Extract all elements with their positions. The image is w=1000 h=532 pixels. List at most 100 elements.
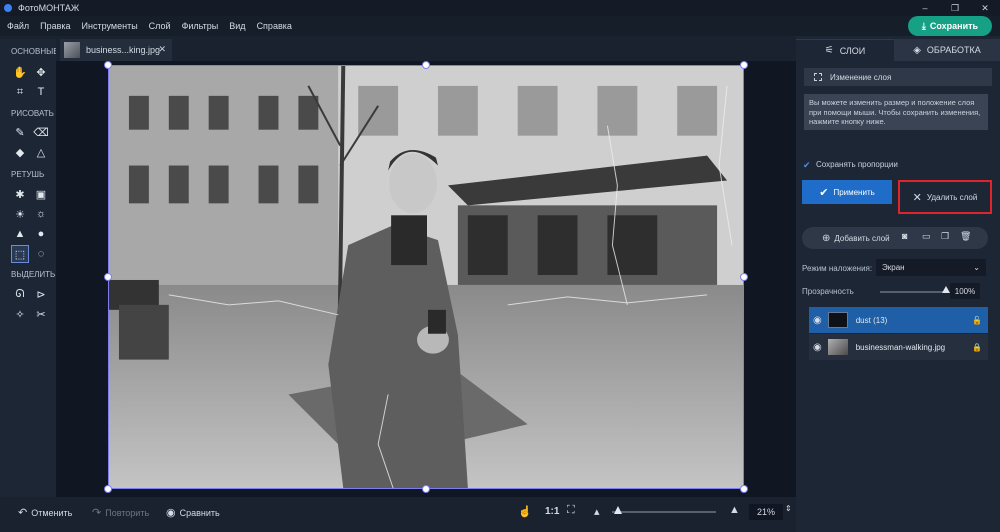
keep-proportions-checkbox[interactable]: ✔ Сохранять пропорции (803, 160, 898, 169)
compare-button[interactable]: ◉ Сравнить (166, 506, 220, 519)
resize-handle-bl[interactable] (104, 485, 112, 493)
resize-handle-bc[interactable] (422, 485, 430, 493)
layer-row-dust[interactable]: ◉ dust (13) 🔓 (809, 307, 988, 333)
delete-layer-button[interactable]: ✕ Удалить слой (898, 180, 992, 214)
tab-layers[interactable]: ⚟ СЛОИ (796, 39, 894, 61)
maximize-icon[interactable]: ❐ (940, 0, 970, 16)
zoom-stepper-icon[interactable]: ⇕ (785, 504, 796, 513)
crop-tool-icon[interactable]: ⌗ (11, 83, 29, 101)
layer-name: dust (13) (855, 315, 888, 325)
street-photo (109, 66, 743, 488)
layers-icon: ◈ (913, 44, 921, 56)
tab-layers-label: СЛОИ (839, 45, 866, 56)
layer-row-photo[interactable]: ◉ businessman-walking.jpg 🔒 (809, 334, 988, 360)
document-tab-bar: business...king.jpg ✕ (56, 39, 796, 61)
move-tool-icon[interactable]: ✥ (32, 63, 50, 81)
hint-text: Вы можете изменить размер и положение сл… (804, 94, 988, 130)
stamp-tool-icon[interactable]: ▣ (32, 185, 50, 203)
zoom-slider-track[interactable] (612, 511, 716, 513)
document-thumbnail (64, 42, 80, 58)
save-button[interactable]: ⤓ Сохранить (908, 16, 992, 36)
check-icon: ✔ (819, 186, 829, 199)
hand-tool-icon[interactable]: ✋ (11, 63, 29, 81)
layer-thumbnail (827, 312, 848, 328)
lasso-tool-icon[interactable]: ᘏ (11, 285, 29, 303)
section-retouch: РЕТУШЬ (11, 170, 45, 179)
menu-file[interactable]: Файл (7, 21, 29, 31)
zoom-out-icon[interactable]: ▴ (594, 505, 604, 518)
fit-screen-icon[interactable]: ⛶ (567, 504, 579, 517)
eye-icon[interactable]: ◉ (813, 315, 822, 326)
blend-mode-value: Экран (882, 263, 905, 272)
tab-processing-label: ОБРАБОТКА (926, 45, 981, 55)
dodge-tool-icon[interactable]: ☀ (11, 205, 29, 223)
menu-view[interactable]: Вид (229, 21, 245, 31)
opacity-slider-thumb[interactable] (942, 286, 950, 293)
resize-handle-br[interactable] (740, 485, 748, 493)
menu-help[interactable]: Справка (257, 21, 292, 31)
keep-proportions-label: Сохранять пропорции (816, 160, 898, 169)
add-layer-button[interactable]: ⊕ Добавить слой (822, 233, 890, 244)
apply-button[interactable]: ✔ Применить (802, 180, 892, 204)
trash-icon[interactable]: 🗑 (960, 231, 971, 242)
opacity-value[interactable]: 100% (950, 283, 980, 299)
heal-tool-icon[interactable]: ✱ (11, 185, 29, 203)
document-tab[interactable]: business...king.jpg ✕ (60, 39, 172, 61)
brush-tool-icon[interactable]: ✎ (11, 123, 29, 141)
close-tab-icon[interactable]: ✕ (158, 44, 166, 55)
app-logo-icon (4, 4, 12, 12)
close-window-icon[interactable]: ✕ (970, 0, 1000, 16)
x-icon: ✕ (912, 191, 922, 204)
folder-icon[interactable]: ▭ (922, 231, 931, 242)
checkmark-icon: ✔ (803, 159, 811, 170)
tab-processing[interactable]: ◈ ОБРАБОТКА (894, 39, 1000, 61)
eraser-tool-icon[interactable]: ⌫ (32, 123, 50, 141)
resize-handle-mr[interactable] (740, 273, 748, 281)
compare-label: Сравнить (179, 507, 220, 518)
shapes-tool-icon[interactable]: △ (32, 143, 50, 161)
lock-icon[interactable]: 🔒 (972, 343, 982, 352)
add-layer-label: Добавить слой (834, 233, 890, 243)
menu-edit[interactable]: Правка (40, 21, 70, 31)
zoom-in-icon[interactable]: ▲ (729, 504, 744, 516)
zoom-slider-thumb[interactable] (614, 506, 623, 514)
sharpen-tool-icon[interactable]: ▲ (11, 225, 29, 243)
unlock-icon[interactable]: 🔓 (972, 316, 982, 325)
polygon-lasso-tool-icon[interactable]: ⊳ (32, 285, 50, 303)
eye-icon: ◉ (166, 507, 176, 519)
one-to-one-label: 1:1 (545, 506, 560, 517)
ellipse-select-tool-icon[interactable]: ◌ (32, 245, 50, 263)
resize-handle-tc[interactable] (422, 61, 430, 69)
undo-label: Отменить (31, 507, 73, 518)
opacity-slider-track[interactable] (880, 291, 946, 293)
menu-filters[interactable]: Фильтры (182, 21, 219, 31)
blur-tool-icon[interactable]: ● (32, 225, 50, 243)
text-tool-icon[interactable]: T (32, 83, 50, 101)
layer-edit-header: Изменение слоя (804, 68, 992, 86)
photo-canvas[interactable] (108, 65, 744, 489)
one-to-one-button[interactable]: 1:1 (545, 506, 559, 517)
canvas-area[interactable] (56, 61, 796, 497)
blend-mode-select[interactable]: Экран ⌄ (876, 259, 986, 276)
magic-wand-tool-icon[interactable]: ✧ (11, 305, 29, 323)
menu-layer[interactable]: Слой (149, 21, 171, 31)
opacity-label: Прозрачность (802, 287, 854, 296)
redo-button[interactable]: ↷ Повторить (92, 506, 149, 519)
app-title: ФотоМОНТАЖ (18, 3, 80, 13)
gesture-icon[interactable]: ☝ (518, 505, 536, 518)
rect-select-tool-icon[interactable]: ⬚ (11, 245, 29, 263)
undo-button[interactable]: ↶ Отменить (18, 506, 72, 519)
quick-select-tool-icon[interactable]: ✂ (32, 305, 50, 323)
resize-handle-ml[interactable] (104, 273, 112, 281)
burn-tool-icon[interactable]: ☼ (32, 205, 50, 223)
menu-tools[interactable]: Инструменты (82, 21, 138, 31)
resize-handle-tr[interactable] (740, 61, 748, 69)
mask-icon[interactable]: ◙ (902, 231, 907, 241)
duplicate-icon[interactable]: ❐ (941, 231, 949, 242)
zoom-value[interactable]: 21% (749, 504, 783, 520)
eye-icon[interactable]: ◉ (813, 342, 822, 353)
chevron-down-icon: ⌄ (973, 263, 980, 272)
minimize-icon[interactable]: – (910, 0, 940, 16)
fill-tool-icon[interactable]: ◆ (11, 143, 29, 161)
resize-handle-tl[interactable] (104, 61, 112, 69)
